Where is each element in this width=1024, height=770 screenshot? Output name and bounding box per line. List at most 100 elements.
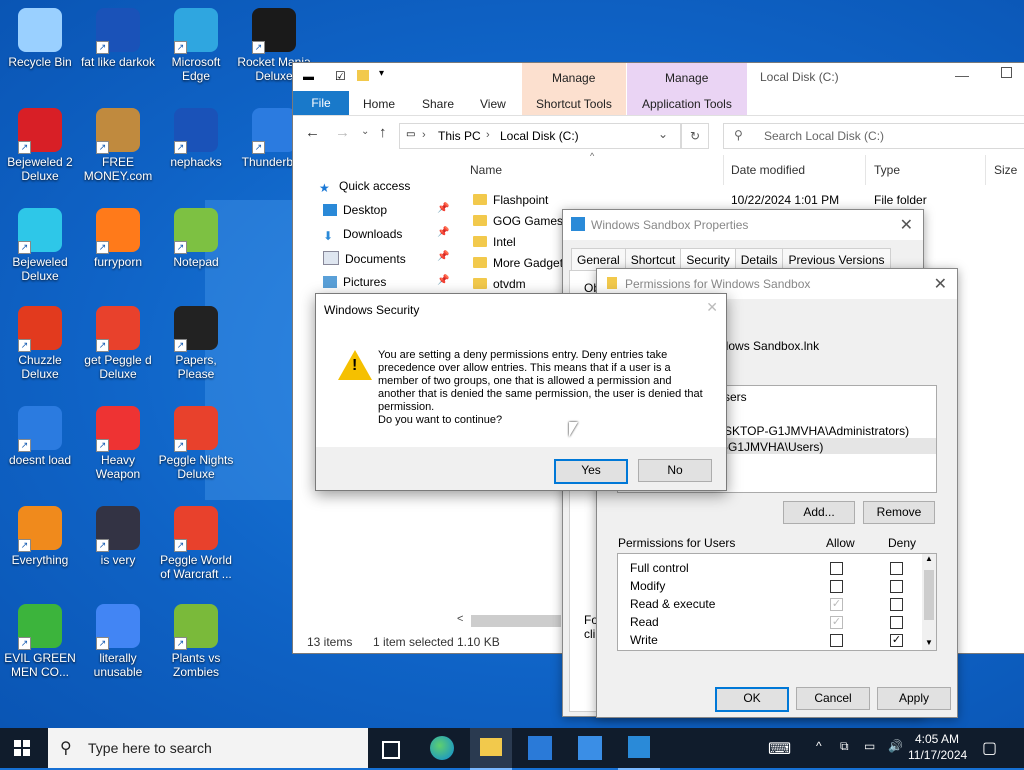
tab-view[interactable]: View xyxy=(480,97,506,111)
deny-checkbox[interactable] xyxy=(890,562,903,575)
file-row[interactable]: More Gadgets xyxy=(473,256,569,270)
chevron-up-icon[interactable]: ^ xyxy=(816,739,822,753)
sandbox-taskbar-active[interactable] xyxy=(618,728,660,770)
taskbar-search-box[interactable]: ⚲ Type here to search xyxy=(48,728,368,768)
forward-arrow-icon[interactable]: → xyxy=(335,124,350,141)
chevron-right-icon[interactable]: › xyxy=(486,129,490,141)
scroll-up-icon[interactable]: ▲ xyxy=(925,554,933,563)
mail-icon[interactable] xyxy=(578,736,602,760)
scroll-left-icon[interactable]: < xyxy=(457,613,463,625)
apply-button[interactable]: Apply xyxy=(877,687,951,710)
pin-icon[interactable]: 📌 xyxy=(437,251,449,262)
desktop-icon[interactable]: ↗ FREE MONEY.com xyxy=(78,108,158,183)
desktop-icon[interactable]: ↗ doesnt load xyxy=(0,406,80,467)
back-arrow-icon[interactable]: ← xyxy=(305,124,320,141)
column-date-modified[interactable]: Date modified xyxy=(731,163,805,177)
column-type[interactable]: Type xyxy=(874,163,900,177)
recent-locations-icon[interactable]: ⌄ xyxy=(361,126,369,137)
file-row[interactable]: GOG Games xyxy=(473,214,563,228)
up-arrow-icon[interactable]: ↑ xyxy=(379,124,387,141)
deny-checkbox[interactable] xyxy=(890,580,903,593)
tab-home[interactable]: Home xyxy=(363,97,395,111)
desktop-icon[interactable]: ↗ Microsoft Edge xyxy=(156,8,236,83)
no-button[interactable]: No xyxy=(638,459,712,482)
desktop-icon[interactable]: ↗ nephacks xyxy=(156,108,236,169)
maximize-button[interactable] xyxy=(1001,67,1012,78)
tab-application-tools[interactable]: Application Tools xyxy=(642,97,732,111)
desktop-icon[interactable]: ↗ literally unusable xyxy=(78,604,158,679)
allow-checkbox[interactable] xyxy=(830,580,843,593)
file-row[interactable]: Intel xyxy=(473,235,516,249)
breadcrumb-this-pc[interactable]: This PC xyxy=(438,129,481,143)
cancel-button[interactable]: Cancel xyxy=(796,687,870,710)
chevron-right-icon[interactable]: › xyxy=(422,129,426,141)
group-item-administrators[interactable]: SKTOP-G1JMVHA\Administrators) xyxy=(724,424,909,438)
clock-date[interactable]: 11/17/2024 xyxy=(908,748,967,762)
desktop-icon[interactable]: ↗ Papers, Please xyxy=(156,306,236,381)
properties-check-icon[interactable]: ☑ xyxy=(335,69,346,83)
desktop-icon[interactable]: ↗ furryporn xyxy=(78,208,158,269)
clock-time[interactable]: 4:05 AM xyxy=(915,732,959,746)
desktop-icon[interactable]: ↗ Peggle Nights Deluxe xyxy=(156,406,236,481)
desktop-icon[interactable]: ↗ is very xyxy=(78,506,158,567)
notification-icon[interactable]: ▢ xyxy=(982,738,997,758)
address-bar[interactable]: ▭ › This PC › Local Disk (C:) ⌄ xyxy=(399,123,681,149)
deny-checkbox[interactable] xyxy=(890,616,903,629)
desktop-icon[interactable]: ↗ Bejeweled 2 Deluxe xyxy=(0,108,80,183)
pin-icon[interactable]: 📌 xyxy=(437,275,449,286)
remove-button[interactable]: Remove xyxy=(863,501,935,524)
close-icon[interactable]: ✕ xyxy=(900,215,913,235)
group-item-users[interactable]: -G1JMVHA\Users) xyxy=(724,440,823,454)
drive-icon[interactable]: ▬ xyxy=(303,71,314,83)
desktop-icon[interactable]: ↗ EVIL GREEN MEN CO... xyxy=(0,604,80,679)
yes-button[interactable]: Yes xyxy=(554,459,628,484)
tab-shortcut-tools[interactable]: Shortcut Tools xyxy=(536,97,612,111)
pin-icon[interactable]: 📌 xyxy=(437,203,449,214)
desktop-icon[interactable]: ↗ Peggle World of Warcraft ... xyxy=(156,506,236,581)
network-icon[interactable]: ⧉ xyxy=(840,739,849,754)
add-button[interactable]: Add... xyxy=(783,501,855,524)
file-row[interactable]: Flashpoint xyxy=(473,193,548,207)
explorer-taskbar-active[interactable] xyxy=(470,728,512,770)
ok-button[interactable]: OK xyxy=(715,687,789,712)
desktop-icon[interactable]: ↗ Plants vs Zombies xyxy=(156,604,236,679)
search-box[interactable]: ⚲ Search Local Disk (C:) xyxy=(723,123,1024,149)
file-row[interactable]: otvdm xyxy=(473,277,526,291)
vertical-scrollbar[interactable]: ▲ ▼ xyxy=(922,554,936,650)
desktop-icon[interactable]: ↗ Heavy Weapon xyxy=(78,406,158,481)
nav-documents[interactable]: Documents xyxy=(323,251,406,266)
customize-toolbar-icon[interactable]: ▾ xyxy=(379,68,384,79)
edge-taskbar-icon[interactable] xyxy=(430,736,454,760)
desktop-icon[interactable]: ↗ Chuzzle Deluxe xyxy=(0,306,80,381)
refresh-button[interactable]: ↻ xyxy=(681,123,709,149)
close-icon[interactable]: ✕ xyxy=(706,299,718,316)
minimize-button[interactable]: — xyxy=(955,67,969,83)
deny-checkbox[interactable] xyxy=(890,598,903,611)
close-icon[interactable]: ✕ xyxy=(934,274,947,294)
desktop-icon[interactable]: ↗ Notepad xyxy=(156,208,236,269)
task-view-icon[interactable] xyxy=(382,741,400,759)
column-size[interactable]: Size xyxy=(994,163,1017,177)
display-icon[interactable]: ▭ xyxy=(864,739,875,753)
deny-checkbox[interactable]: ✓ xyxy=(890,634,903,647)
nav-downloads[interactable]: ⬇ Downloads xyxy=(323,227,402,243)
nav-pictures[interactable]: Pictures xyxy=(323,275,386,289)
allow-checkbox[interactable] xyxy=(830,634,843,647)
desktop-icon[interactable]: Recycle Bin xyxy=(0,8,80,69)
breadcrumb-local-disk[interactable]: Local Disk (C:) xyxy=(500,129,579,143)
desktop-icon[interactable]: ↗ Everything xyxy=(0,506,80,567)
nav-desktop[interactable]: Desktop xyxy=(323,203,387,217)
desktop-icon[interactable]: ↗ Bejeweled Deluxe xyxy=(0,208,80,283)
scroll-down-icon[interactable]: ▼ xyxy=(925,638,933,647)
volume-icon[interactable]: 🔊 xyxy=(888,739,903,753)
pin-icon[interactable]: 📌 xyxy=(437,227,449,238)
scrollbar-thumb[interactable] xyxy=(924,570,934,620)
horizontal-scrollbar-thumb[interactable] xyxy=(471,615,561,627)
chevron-down-icon[interactable]: ⌄ xyxy=(658,127,668,141)
allow-checkbox[interactable] xyxy=(830,562,843,575)
store-icon[interactable] xyxy=(528,736,552,760)
desktop-icon[interactable]: ↗ fat like darkok xyxy=(78,8,158,69)
nav-quick-access[interactable]: ★ Quick access xyxy=(319,179,410,195)
tab-share[interactable]: Share xyxy=(422,97,454,111)
column-name[interactable]: Name xyxy=(470,163,502,177)
